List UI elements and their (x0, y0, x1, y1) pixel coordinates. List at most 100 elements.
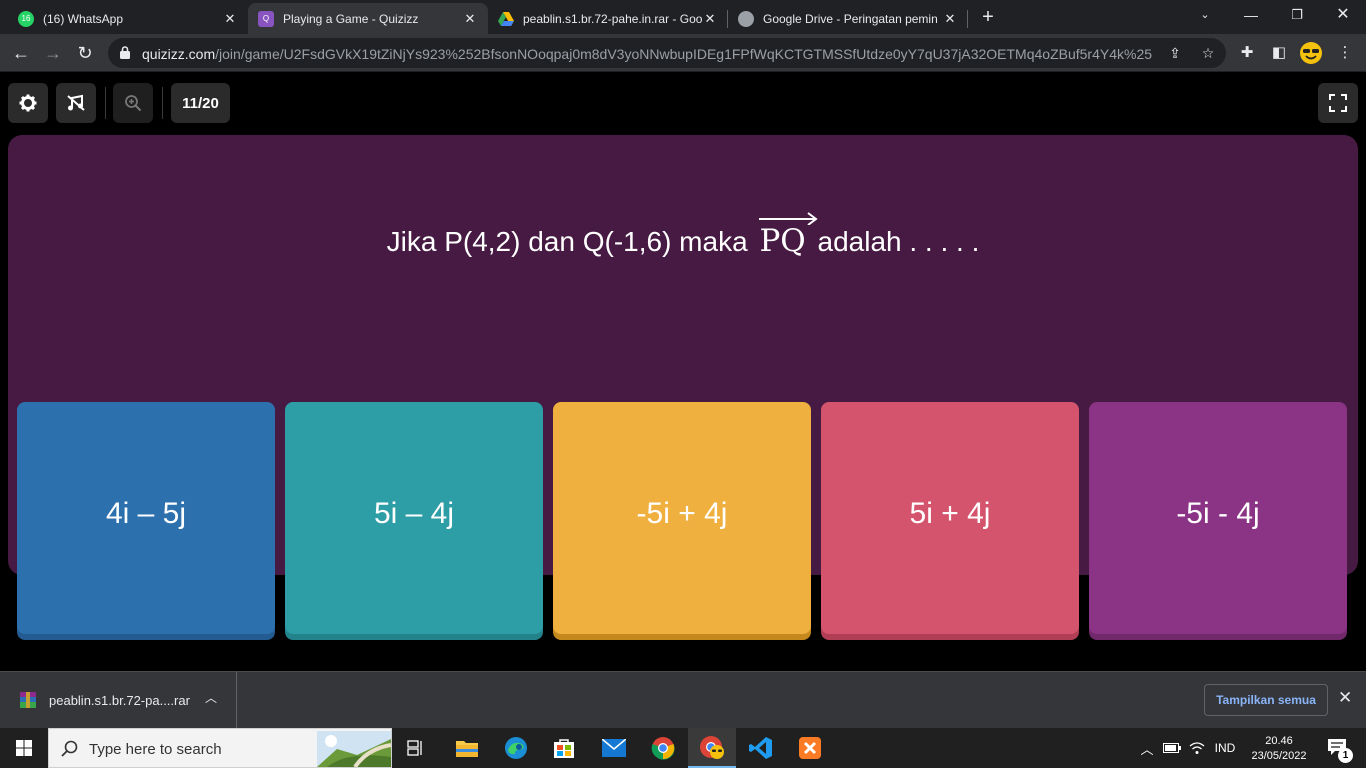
answer-label: -5i + 4j (636, 497, 728, 530)
download-file-name: peablin.s1.br.72-pa....rar (49, 693, 190, 708)
restore-icon[interactable]: ❐ (1274, 0, 1320, 32)
zoom-button[interactable] (113, 83, 153, 123)
chrome-profile-button[interactable] (688, 728, 736, 768)
task-view-button[interactable] (392, 728, 440, 768)
reload-icon[interactable]: ↻ (70, 38, 100, 68)
counter-total: /20 (198, 94, 219, 112)
answer-label: -5i - 4j (1176, 497, 1260, 530)
close-download-bar-icon[interactable]: ✕ (1338, 688, 1352, 708)
menu-icon[interactable]: ⋮ (1330, 38, 1360, 68)
fullscreen-button[interactable] (1318, 83, 1358, 123)
chrome-icon (651, 737, 675, 760)
chrome-profile-icon (700, 736, 724, 759)
taskbar-search-box[interactable]: Type here to search (48, 728, 392, 768)
search-highlight-image (317, 731, 391, 767)
answer-option-3[interactable]: -5i + 4j (553, 402, 811, 634)
back-icon[interactable]: ← (6, 38, 36, 68)
windows-logo-icon (16, 740, 32, 756)
answer-option-4[interactable]: 5i + 4j (821, 402, 1079, 634)
profile-avatar[interactable] (1296, 38, 1326, 68)
xampp-button[interactable] (786, 728, 834, 768)
lock-icon (120, 46, 130, 59)
answer-option-2[interactable]: 5i – 4j (285, 402, 543, 634)
quizizz-icon: Q (258, 10, 274, 27)
url-path: /join/game/U2FsdGVkX19tZiNjYs923%252Bfso… (215, 46, 1152, 62)
tab-divider (967, 10, 968, 28)
minimize-icon[interactable]: — (1228, 0, 1274, 32)
store-icon (554, 739, 574, 758)
download-item[interactable]: peablin.s1.br.72-pa....rar ︿ (0, 672, 237, 728)
tab-quizizz[interactable]: Q Playing a Game - Quizizz ✕ (248, 3, 488, 34)
bookmark-star-icon[interactable]: ☆ (1197, 43, 1219, 63)
microsoft-store-button[interactable] (540, 728, 588, 768)
side-panel-icon[interactable]: ◧ (1264, 38, 1294, 68)
answer-option-1[interactable]: 4i – 5j (17, 402, 275, 634)
question-prefix: Jika P(4,2) dan Q(-1,6) maka (386, 226, 748, 257)
tab-google-drive-file[interactable]: peablin.s1.br.72-pahe.in.rar - Goo ✕ (488, 3, 728, 34)
url-domain: quizizz.com (142, 46, 216, 62)
address-bar[interactable]: quizizz.com/join/game/U2FsdGVkX19tZiNjYs… (108, 38, 1226, 68)
question-card: Jika P(4,2) dan Q(-1,6) maka PQ adalah .… (8, 135, 1358, 634)
question-text: Jika P(4,2) dan Q(-1,6) maka PQ adalah .… (8, 212, 1358, 259)
share-icon[interactable]: ⇪ (1164, 43, 1186, 63)
tab-whatsapp[interactable]: 16 (16) WhatsApp ✕ (8, 3, 248, 34)
battery-icon[interactable] (1160, 728, 1184, 768)
xampp-icon (799, 737, 821, 759)
new-tab-button[interactable]: + (977, 6, 999, 28)
tray-overflow-icon[interactable]: ︿ (1136, 728, 1158, 768)
tab-search-icon[interactable]: ⌄ (1182, 0, 1228, 32)
toolbar-divider (105, 87, 106, 119)
notification-count-badge: 1 (1338, 748, 1353, 763)
zoom-in-icon (125, 95, 142, 112)
tab-google-drive-warning[interactable]: Google Drive - Peringatan pemin ✕ (728, 3, 968, 34)
question-suffix: adalah . . . . . (817, 226, 980, 257)
close-tab-icon[interactable]: ✕ (222, 11, 238, 27)
toolbar-divider (162, 87, 163, 119)
search-icon (61, 740, 78, 757)
tab-strip: 16 (16) WhatsApp ✕ Q Playing a Game - Qu… (0, 0, 1366, 34)
download-bar: peablin.s1.br.72-pa....rar ︿ Tampilkan s… (0, 671, 1366, 728)
start-button[interactable] (0, 728, 48, 768)
browser-toolbar: ← → ↻ quizizz.com/join/game/U2FsdGVkX19t… (0, 34, 1366, 72)
music-off-icon (67, 94, 85, 111)
tab-title: Playing a Game - Quizizz (283, 11, 419, 26)
edge-button[interactable] (492, 728, 540, 768)
whatsapp-icon: 16 (18, 10, 34, 27)
vector-label: PQ (759, 223, 806, 259)
vector-pq: PQ (759, 212, 819, 259)
url-text: quizizz.com/join/game/U2FsdGVkX19tZiNjYs… (142, 46, 1152, 62)
close-tab-icon[interactable]: ✕ (462, 11, 478, 27)
close-window-icon[interactable]: ✕ (1320, 0, 1366, 32)
folder-icon (456, 741, 478, 757)
close-tab-icon[interactable]: ✕ (942, 11, 958, 27)
mail-icon (602, 739, 626, 757)
chrome-button[interactable] (639, 728, 687, 768)
answer-option-5[interactable]: -5i - 4j (1089, 402, 1347, 634)
extensions-icon[interactable]: ✚ (1232, 38, 1262, 68)
windows-taskbar: Type here to search ︿ IND 20.46 23/05/20… (0, 728, 1366, 768)
mail-button[interactable] (590, 728, 638, 768)
tab-title: peablin.s1.br.72-pahe.in.rar - Goo (523, 11, 702, 26)
counter-current: 11 (182, 94, 198, 112)
vscode-button[interactable] (737, 728, 785, 768)
clock[interactable]: 20.46 23/05/2022 (1246, 728, 1312, 768)
quiz-page: 11/20 Jika P(4,2) dan Q(-1,6) maka PQ ad… (0, 72, 1366, 671)
music-toggle-button[interactable] (56, 83, 96, 123)
tab-title: Google Drive - Peringatan pemin (763, 11, 938, 26)
show-all-downloads-button[interactable]: Tampilkan semua (1204, 684, 1328, 716)
wifi-icon[interactable] (1186, 728, 1208, 768)
chevron-up-icon[interactable]: ︿ (205, 689, 217, 706)
answer-label: 5i – 4j (373, 497, 455, 530)
close-tab-icon[interactable]: ✕ (702, 11, 718, 27)
gear-icon (19, 94, 37, 112)
notifications-button[interactable]: 1 (1318, 728, 1358, 768)
forward-icon[interactable]: → (38, 38, 68, 68)
task-view-icon (407, 740, 422, 756)
settings-button[interactable] (8, 83, 48, 123)
answer-label: 5i + 4j (909, 497, 991, 530)
clock-date: 23/05/2022 (1251, 749, 1307, 762)
edge-icon (505, 737, 527, 759)
fullscreen-icon (1329, 94, 1347, 112)
input-language[interactable]: IND (1210, 728, 1240, 768)
file-explorer-button[interactable] (443, 728, 491, 768)
